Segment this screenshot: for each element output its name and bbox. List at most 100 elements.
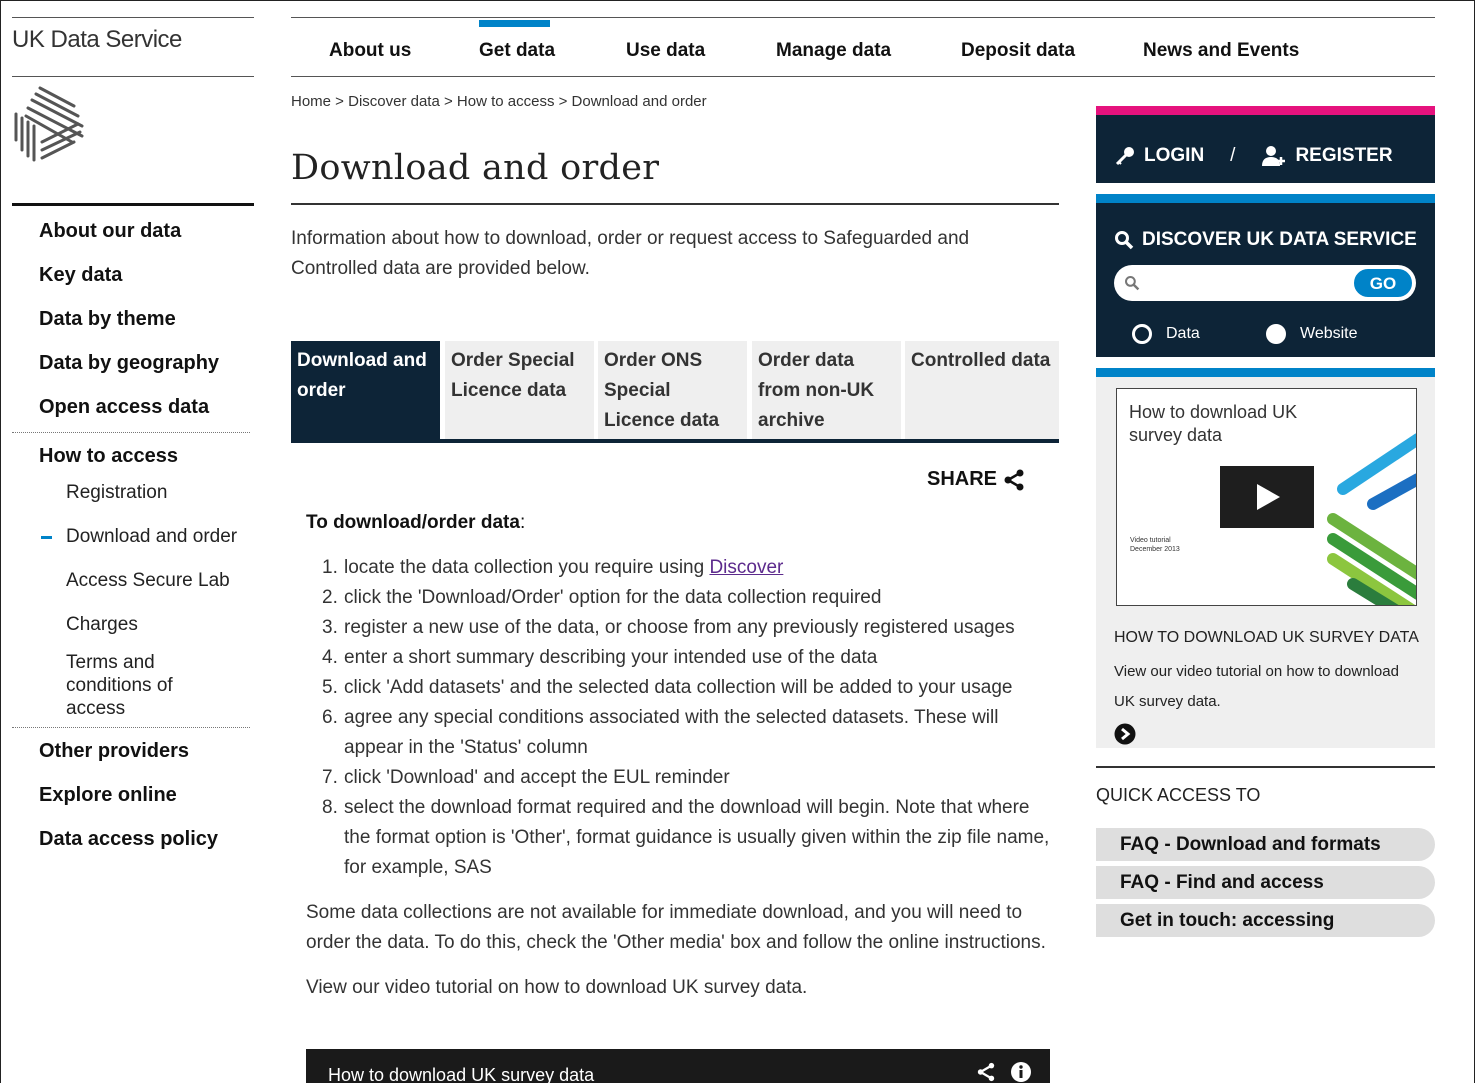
nav-deposit-data[interactable]: Deposit data <box>961 40 1075 62</box>
step-text: agree any special conditions associated … <box>344 707 999 758</box>
brand-divider <box>12 76 254 77</box>
list-item: 7. click 'Download' and accept the EUL re… <box>306 763 1056 793</box>
left-nav-data-by-theme[interactable]: Data by theme <box>12 296 254 340</box>
page-title: Download and order <box>291 148 660 188</box>
login-register-box: LOGIN / REGISTER <box>1096 106 1435 183</box>
step-number: 2. <box>322 587 338 608</box>
embedded-video[interactable]: How to download UK survey data <box>306 1049 1050 1083</box>
left-nav: About our data Key data Data by theme Da… <box>12 208 254 860</box>
tab-controlled-data[interactable]: Controlled data <box>905 341 1059 439</box>
brand-rule-top <box>12 17 254 18</box>
tab-download-and-order[interactable]: Download and order <box>291 341 440 439</box>
go-button[interactable]: GO <box>1353 268 1413 298</box>
tab-order-non-uk-archive[interactable]: Order data from non-UK archive <box>752 341 901 439</box>
video-tutorial-card: How to download UK survey data Video tut… <box>1096 368 1435 748</box>
left-nav-terms-and-conditions[interactable]: Terms and conditions of access <box>12 647 202 723</box>
uk-data-service-logo-icon[interactable] <box>12 84 84 164</box>
left-nav-data-access-policy[interactable]: Data access policy <box>12 816 254 860</box>
left-nav-registration[interactable]: Registration <box>12 471 254 515</box>
search-bar: GO <box>1114 265 1416 301</box>
thumbnail-caption-line: Video tutorial <box>1130 537 1171 544</box>
radio-website[interactable]: Website <box>1266 324 1358 344</box>
list-item: 5. click 'Add datasets' and the selected … <box>306 673 1056 703</box>
step-text: register a new use of the data, or choos… <box>344 617 1015 638</box>
nav-get-data[interactable]: Get data <box>479 40 555 62</box>
step-number: 7. <box>322 767 338 788</box>
radio-data[interactable]: Data <box>1132 324 1200 344</box>
step-number: 5. <box>322 677 338 698</box>
step-text: click 'Add datasets' and the selected da… <box>344 677 1013 698</box>
search-input[interactable] <box>1146 271 1346 295</box>
nav-manage-data[interactable]: Manage data <box>776 40 891 62</box>
nav-about-us[interactable]: About us <box>329 40 411 62</box>
step-text: click 'Download' and accept the EUL remi… <box>344 767 730 788</box>
left-nav-data-by-geography[interactable]: Data by geography <box>12 340 254 384</box>
discover-title: DISCOVER UK DATA SERVICE <box>1142 229 1417 250</box>
video-title: How to download UK survey data <box>328 1065 595 1083</box>
faq-download-formats-button[interactable]: FAQ - Download and formats <box>1096 828 1435 861</box>
step-text: enter a short summary describing your in… <box>344 647 878 668</box>
faq-find-access-button[interactable]: FAQ - Find and access <box>1096 866 1435 899</box>
get-in-touch-button[interactable]: Get in touch: accessing <box>1096 904 1435 937</box>
list-item: 8. select the download format required an… <box>306 793 1056 883</box>
tabs: Download and order Order Special Licence… <box>291 341 1059 442</box>
arrow-right-circle-icon[interactable] <box>1114 723 1136 745</box>
register-link[interactable]: REGISTER <box>1295 145 1392 167</box>
breadcrumb[interactable]: Home > Discover data > How to access > D… <box>291 93 707 110</box>
radio-website-circle[interactable] <box>1266 324 1286 344</box>
step-number: 1. <box>322 557 338 578</box>
login-link[interactable]: LOGIN <box>1144 145 1204 167</box>
top-nav-rule-top <box>291 17 1435 18</box>
thumbnail-caption-line: December 2013 <box>1130 546 1180 553</box>
video-paragraph: View our video tutorial on how to downlo… <box>306 977 808 998</box>
video-card-title[interactable]: HOW TO DOWNLOAD UK SURVEY DATA <box>1114 629 1419 647</box>
left-nav-key-data[interactable]: Key data <box>12 252 254 296</box>
tab-order-special-licence[interactable]: Order Special Licence data <box>445 341 594 439</box>
play-icon <box>1257 484 1280 510</box>
radio-data-circle[interactable] <box>1132 324 1152 344</box>
search-icon <box>1115 231 1134 250</box>
nav-use-data[interactable]: Use data <box>626 40 705 62</box>
left-nav-download-and-order[interactable]: Download and order <box>12 515 254 559</box>
list-item: 3. register a new use of the data, or cho… <box>306 613 1056 643</box>
tabs-underline <box>291 439 1059 443</box>
list-item: 2. click the 'Download/Order' option for … <box>306 583 1056 613</box>
share-icon <box>1004 469 1024 490</box>
list-item: 6. agree any special conditions associate… <box>306 703 1056 763</box>
left-nav-charges[interactable]: Charges <box>12 603 254 647</box>
discover-search-box: DISCOVER UK DATA SERVICE GO Data Website <box>1096 194 1435 357</box>
quick-access-divider <box>1096 766 1435 768</box>
video-thumbnail[interactable]: How to download UK survey data Video tut… <box>1116 388 1417 606</box>
intro-text: Information about how to download, order… <box>291 228 970 279</box>
key-icon <box>1115 147 1134 166</box>
step-number: 6. <box>322 707 338 728</box>
left-nav-access-secure-lab[interactable]: Access Secure Lab <box>12 559 254 603</box>
add-user-icon <box>1262 146 1286 166</box>
list-item: 4. enter a short summary describing your … <box>306 643 1056 673</box>
left-nav-open-access-data[interactable]: Open access data <box>12 384 254 428</box>
list-item: 1. locate the data collection you require… <box>306 553 1056 583</box>
step-number: 8. <box>322 797 338 818</box>
title-divider <box>291 203 1059 205</box>
quick-access-title: QUICK ACCESS TO <box>1096 785 1261 805</box>
video-card-text: View our video tutorial on how to downlo… <box>1114 663 1399 710</box>
thumbnail-caption: Video tutorial December 2013 <box>1130 536 1180 554</box>
left-nav-other-providers[interactable]: Other providers <box>12 728 254 772</box>
nav-news-and-events[interactable]: News and Events <box>1143 40 1299 62</box>
radio-data-label: Data <box>1166 325 1200 342</box>
login-separator: / <box>1230 145 1236 166</box>
content-heading-text: To download/order data <box>306 512 520 533</box>
share-icon[interactable] <box>976 1062 996 1082</box>
step-text: click the 'Download/Order' option for th… <box>344 587 882 608</box>
step-text: select the download format required and … <box>344 797 1050 878</box>
discover-link[interactable]: Discover <box>709 557 783 578</box>
tab-order-ons-special-licence[interactable]: Order ONS Special Licence data <box>598 341 747 439</box>
left-nav-explore-online[interactable]: Explore online <box>12 772 254 816</box>
brand-name[interactable]: UK Data Service <box>12 26 182 54</box>
radio-website-label: Website <box>1300 325 1358 342</box>
play-button[interactable] <box>1220 466 1314 528</box>
info-icon[interactable] <box>1010 1061 1032 1083</box>
steps-list: 1. locate the data collection you require… <box>306 553 1056 883</box>
share-button[interactable]: SHARE <box>927 468 1025 491</box>
left-nav-about-our-data[interactable]: About our data <box>12 208 254 252</box>
